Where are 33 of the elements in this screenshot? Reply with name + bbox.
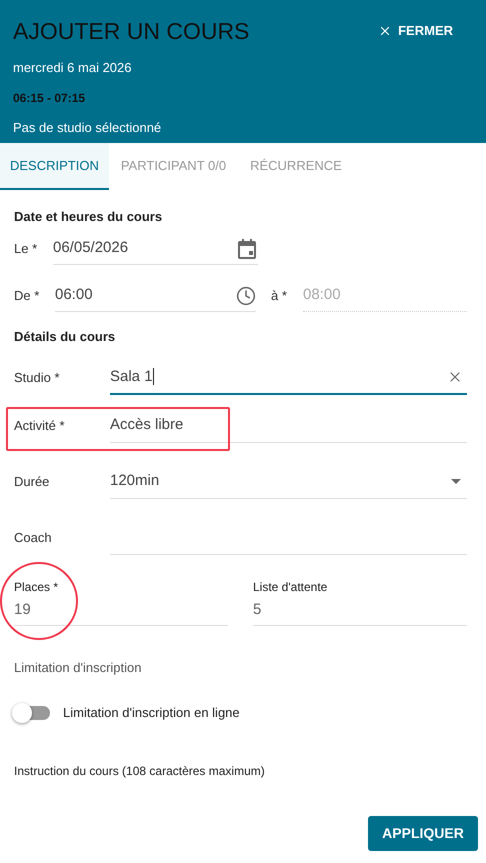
input-field[interactable]: Accès libre [110, 409, 467, 443]
tab[interactable]: DESCRIPTION [0, 143, 109, 190]
number-field[interactable]: 5 [253, 596, 467, 626]
section-label: Limitation d'inscription [14, 659, 142, 678]
field-label: à * [271, 287, 288, 306]
course-time: 06:15 - 07:15 [13, 90, 86, 106]
input-field[interactable]: Sala 1 [110, 361, 467, 395]
caret-icon [451, 479, 461, 484]
field-label: Places * [14, 579, 60, 596]
toggle-label: Limitation d'inscription en ligne [63, 704, 240, 722]
end-time-field: 08:00 [303, 280, 467, 312]
clock-icon [236, 286, 256, 306]
section-heading: Date et heures du cours [14, 208, 162, 226]
close-button[interactable]: FERMER [378, 21, 453, 41]
section-heading: Détails du cours [14, 328, 116, 346]
field-label: Coach [14, 529, 53, 548]
apply-button[interactable]: APPLIQUER [368, 816, 478, 851]
select-field[interactable]: 120min [110, 465, 467, 499]
field-label: Le * [14, 240, 38, 258]
field-label: Durée [14, 473, 50, 492]
date-field[interactable]: 06/05/2026 [53, 233, 258, 265]
toggle-switch[interactable] [14, 706, 50, 720]
start-time-field[interactable]: 06:00 [55, 280, 256, 312]
calendar-icon[interactable] [238, 238, 256, 258]
dialog-title: AJOUTER UN COURS [13, 17, 250, 46]
number-field[interactable]: 19 [14, 596, 228, 626]
field-label: Studio * [14, 369, 61, 388]
field-label: De * [14, 287, 40, 306]
instruction-label: Instruction du cours (108 caractères maximum) [14, 763, 265, 780]
course-date: mercredi 6 mai 2026 [13, 59, 132, 77]
field-label: Liste d'attente [253, 579, 328, 596]
studio-status: Pas de studio sélectionné [13, 118, 162, 136]
field-label: Activité * [14, 417, 66, 436]
